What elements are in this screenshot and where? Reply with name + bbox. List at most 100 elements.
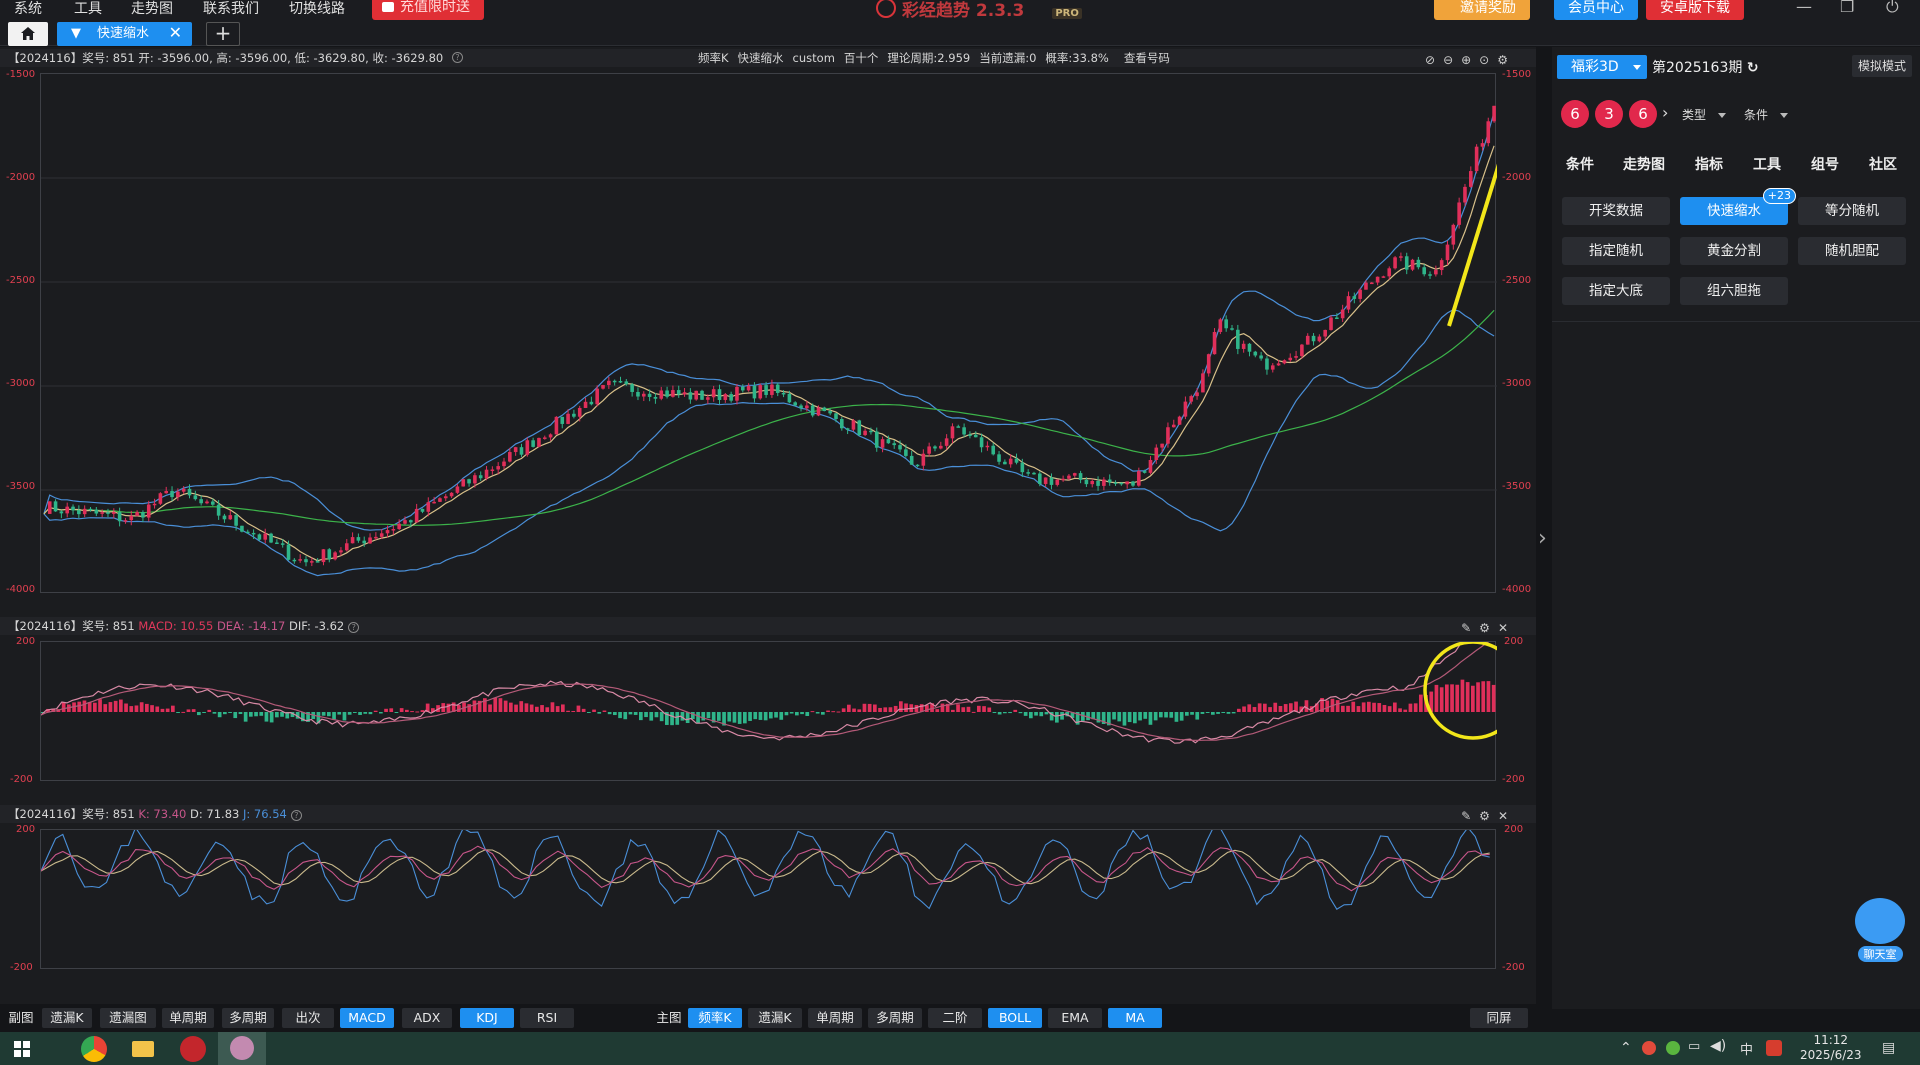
macd-bar	[613, 712, 617, 716]
tray-app-icon[interactable]	[1642, 1041, 1656, 1055]
invite-label: 邀请奖励	[1460, 0, 1516, 16]
sub-btn-single-period[interactable]: 单周期	[162, 1008, 214, 1028]
main-btn-second-order[interactable]: 二阶	[928, 1008, 982, 1028]
chat-room-button[interactable]: 聊天室	[1852, 898, 1908, 972]
tool-golden-split[interactable]: 黄金分割	[1680, 237, 1788, 265]
restore-icon[interactable]: ❐	[1840, 0, 1854, 16]
main-btn-single-period[interactable]: 单周期	[808, 1008, 862, 1028]
help-icon[interactable]: ?	[290, 810, 302, 821]
menu-system[interactable]: 系统	[14, 0, 42, 18]
kdj-plot[interactable]	[40, 826, 1497, 970]
tool-equal-random[interactable]: 等分随机	[1798, 197, 1906, 225]
input-method-label[interactable]: 中	[1740, 1039, 1753, 1058]
tab-caret-icon[interactable]: ▼	[71, 22, 81, 46]
stat-prob: 概率:33.8%	[1045, 51, 1109, 65]
kdj-chart-svg[interactable]	[40, 826, 1497, 970]
candle	[1300, 344, 1304, 357]
invite-button[interactable]: 邀请奖励	[1434, 0, 1530, 20]
windows-start-icon[interactable]	[14, 1041, 30, 1057]
macd-bar	[87, 702, 92, 712]
chevron-right-icon[interactable]: ›	[1662, 103, 1668, 122]
menu-trend[interactable]: 走势图	[131, 0, 173, 18]
help-icon[interactable]: ?	[348, 622, 360, 633]
notification-icon[interactable]: ▤	[1882, 1040, 1895, 1056]
tray-expand-icon[interactable]: ⌃	[1620, 1040, 1632, 1056]
candle	[1247, 343, 1252, 352]
member-center-button[interactable]: 会员中心	[1554, 0, 1638, 20]
sub-btn-miss-k[interactable]: 遗漏K	[42, 1008, 92, 1028]
macd-bar	[1491, 684, 1496, 712]
sub-btn-multi-period[interactable]: 多周期	[222, 1008, 274, 1028]
lottery-select[interactable]: 福彩3D	[1557, 55, 1647, 79]
macd-bar	[1382, 704, 1387, 712]
same-screen-button[interactable]: 同屏	[1470, 1008, 1528, 1028]
type-dropdown[interactable]: 类型	[1674, 104, 1726, 126]
network-icon[interactable]: ▭	[1688, 1039, 1700, 1054]
file-explorer-icon[interactable]	[132, 1041, 154, 1057]
tab-conditions[interactable]: 条件	[1566, 154, 1594, 174]
active-app-icon[interactable]	[218, 1032, 266, 1065]
minimize-icon[interactable]: —	[1796, 0, 1812, 16]
tool-specified-random[interactable]: 指定随机	[1562, 237, 1670, 265]
sub-btn-miss-chart[interactable]: 遗漏图	[100, 1008, 156, 1028]
check-numbers-link[interactable]: 查看号码	[1124, 51, 1170, 65]
menu-contact[interactable]: 联系我们	[203, 0, 259, 18]
macd-chart-svg[interactable]	[40, 626, 1523, 782]
panel-controls-icons[interactable]: ✎⚙✕	[1461, 619, 1516, 637]
refresh-icon[interactable]: ↻	[1747, 60, 1759, 76]
candle	[1404, 256, 1409, 270]
sub-btn-macd[interactable]: MACD	[340, 1008, 394, 1028]
tab-community[interactable]: 社区	[1869, 154, 1897, 174]
macd-plot[interactable]	[40, 626, 1523, 782]
tool-random-bold[interactable]: 随机胆配	[1798, 237, 1906, 265]
android-download-button[interactable]: 安卓版下载	[1646, 0, 1744, 20]
main-btn-boll[interactable]: BOLL	[988, 1008, 1042, 1028]
panel-controls-icons[interactable]: ✎⚙✕	[1461, 807, 1516, 825]
main-plot[interactable]	[40, 73, 1517, 594]
chart-controls-icons[interactable]: ⊘⊖⊕⊙⚙	[1425, 51, 1516, 69]
tab-indicators[interactable]: 指标	[1695, 154, 1723, 174]
collapse-panel-icon[interactable]: ›	[1538, 526, 1547, 551]
condition-dropdown[interactable]: 条件	[1736, 104, 1788, 126]
main-btn-miss-k[interactable]: 遗漏K	[748, 1008, 802, 1028]
tool-quick-shrink[interactable]: 快速缩水 +23	[1680, 188, 1796, 225]
tray-wechat-icon[interactable]	[1666, 1041, 1680, 1055]
power-icon[interactable]: ⏻	[1886, 0, 1899, 17]
tool-draw-data[interactable]: 开奖数据	[1562, 197, 1670, 225]
main-btn-multi-period[interactable]: 多周期	[868, 1008, 922, 1028]
help-icon[interactable]: ?	[452, 52, 463, 63]
app-taskbar-icon[interactable]	[180, 1036, 206, 1062]
menu-tools[interactable]: 工具	[74, 0, 102, 18]
sub-btn-adx[interactable]: ADX	[402, 1008, 452, 1028]
main-btn-freq-k[interactable]: 频率K	[688, 1008, 742, 1028]
home-tab[interactable]	[8, 22, 48, 46]
promo-button[interactable]: 充值限时送	[372, 0, 484, 20]
tab-trend-chart[interactable]: 走势图	[1623, 154, 1665, 174]
sub-btn-kdj[interactable]: KDJ	[460, 1008, 514, 1028]
main-btn-ema[interactable]: EMA	[1048, 1008, 1102, 1028]
tab-tools[interactable]: 工具	[1753, 154, 1781, 174]
close-tab-icon[interactable]: ✕	[169, 21, 182, 45]
tab-quick-shrink[interactable]: ▼ 快速缩水 ✕	[57, 22, 192, 46]
ime-icon[interactable]	[1766, 1040, 1782, 1056]
chrome-icon[interactable]	[81, 1036, 107, 1062]
macd-bar	[1159, 712, 1163, 718]
menu-switch-line[interactable]: 切换线路	[289, 0, 345, 18]
sub-btn-times[interactable]: 出次	[282, 1008, 334, 1028]
macd-bar	[1263, 703, 1267, 712]
main-ytick-left-4: -3500	[6, 481, 36, 492]
sim-mode-button[interactable]: 模拟模式	[1851, 55, 1912, 77]
add-tab-button[interactable]: +	[206, 22, 240, 46]
tab-grouping[interactable]: 组号	[1811, 154, 1839, 174]
candle	[1410, 259, 1415, 270]
macd-bar	[618, 712, 622, 719]
dea-line	[40, 638, 1493, 742]
sub-btn-rsi[interactable]: RSI	[520, 1008, 574, 1028]
main-btn-ma[interactable]: MA	[1108, 1008, 1162, 1028]
candle	[455, 486, 460, 493]
volume-icon[interactable]: ◀)	[1710, 1038, 1726, 1054]
main-chart-svg[interactable]	[41, 74, 1517, 594]
tool-specified-base[interactable]: 指定大底	[1562, 277, 1670, 305]
candle	[816, 407, 821, 416]
tool-group6-drag[interactable]: 组六胆拖	[1680, 277, 1788, 305]
